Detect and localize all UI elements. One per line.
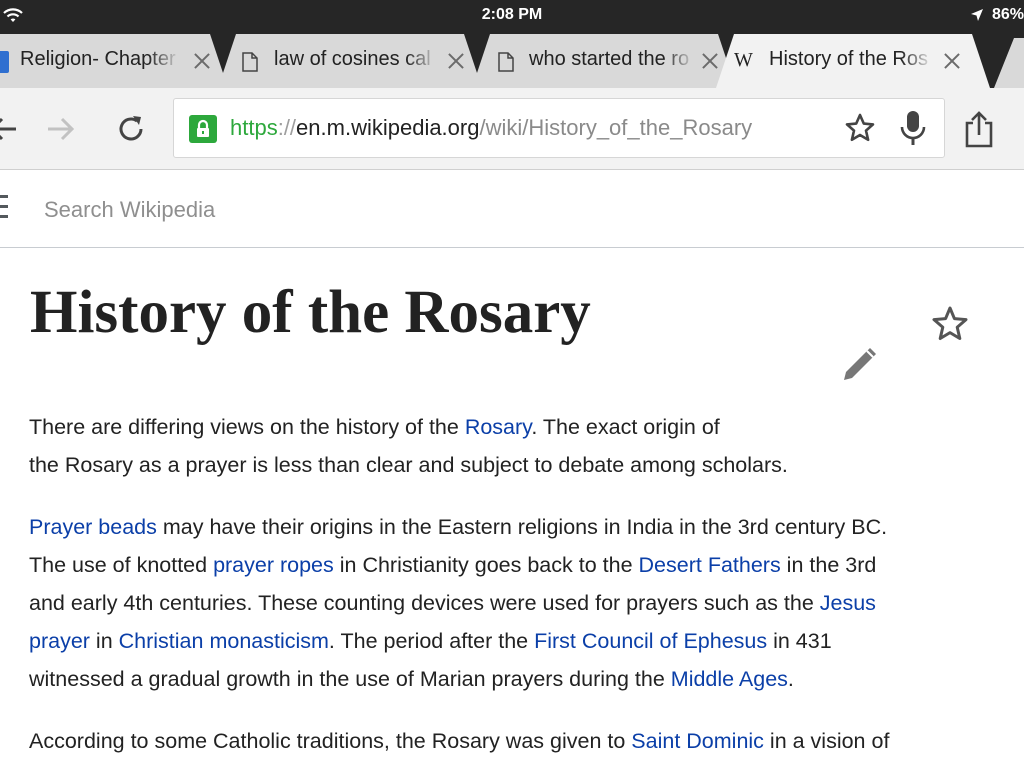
text: The use of knotted: [29, 553, 214, 577]
tab-title: Religion- Chapter: [20, 48, 180, 71]
text-line: According to some Catholic traditions, t…: [29, 722, 1009, 760]
close-tab-icon[interactable]: [192, 51, 212, 71]
tab-law-of-cosines[interactable]: law of cosines cal: [218, 34, 482, 88]
text-line: witnessed a gradual growth in the use of…: [29, 660, 1009, 698]
address-bar[interactable]: https://en.m.wikipedia.org/wiki/History_…: [173, 98, 945, 158]
wiki-header: Search Wikipedia: [0, 170, 1024, 248]
text: in 431: [767, 629, 832, 653]
link-desert-fathers[interactable]: Desert Fathers: [639, 553, 781, 577]
url-path: /wiki/History_of_the_Rosary: [479, 115, 753, 140]
watch-star-icon[interactable]: [931, 305, 969, 343]
blue-doc-icon: [0, 51, 9, 73]
text: in Christianity goes back to the: [333, 553, 639, 577]
link-christian-monasticism[interactable]: Christian monasticism: [119, 629, 329, 653]
text: According to some Catholic traditions, t…: [29, 729, 632, 753]
tab-title: History of the Ros: [769, 48, 933, 71]
url-text[interactable]: https://en.m.wikipedia.org/wiki/History_…: [230, 115, 752, 141]
hamburger-menu-icon[interactable]: [0, 195, 8, 219]
link-jesus-prayer[interactable]: Jesus: [820, 591, 876, 615]
tab-who-started[interactable]: who started the ro: [472, 34, 736, 88]
back-arrow-icon[interactable]: [0, 112, 20, 146]
status-bar: 2:08 PM 86%: [0, 0, 1024, 32]
text: may have their origins in the Eastern re…: [156, 515, 888, 539]
text: in: [89, 629, 119, 653]
battery-percent: 86%: [991, 6, 1024, 23]
text: . The period after the: [328, 629, 535, 653]
text: . The exact origin of: [531, 415, 720, 439]
browser-toolbar: https://en.m.wikipedia.org/wiki/History_…: [0, 88, 1024, 170]
text: witnessed a gradual growth in the use of…: [29, 667, 671, 691]
text: and early 4th centuries. These counting …: [29, 591, 820, 615]
tab-history-of-the-rosary[interactable]: W History of the Ros: [716, 34, 990, 88]
link-prayer-ropes[interactable]: prayer ropes: [213, 553, 334, 577]
tab-religion-chapter[interactable]: Religion- Chapter: [0, 34, 228, 88]
link-rosary[interactable]: Rosary: [465, 415, 532, 439]
page-icon: [498, 52, 514, 72]
status-time: 2:08 PM: [481, 6, 543, 23]
text-line: The use of knotted prayer ropes in Chris…: [29, 546, 1009, 584]
status-right: 86%: [970, 6, 1024, 24]
text-line: the Rosary as a prayer is less than clea…: [29, 453, 788, 477]
close-tab-icon[interactable]: [942, 51, 962, 71]
text-line: prayer in Christian monasticism. The per…: [29, 622, 1009, 660]
text-line: Prayer beads may have their origins in t…: [29, 508, 1009, 546]
link-middle-ages[interactable]: Middle Ages: [671, 667, 788, 691]
lock-icon: [189, 115, 217, 143]
text: There are differing views on the history…: [29, 415, 465, 439]
edit-pencil-icon[interactable]: [840, 344, 880, 384]
link-prayer-beads[interactable]: Prayer beads: [29, 515, 157, 539]
text-line: There are differing views on the history…: [29, 408, 989, 446]
wiki-search-input[interactable]: Search Wikipedia: [44, 197, 215, 223]
text: .: [787, 667, 794, 691]
link-saint-dominic[interactable]: Saint Dominic: [631, 729, 764, 753]
tab-strip: Religion- Chapter law of cosines cal who…: [0, 32, 1024, 88]
new-tab-button[interactable]: [994, 38, 1024, 88]
share-icon[interactable]: [962, 110, 996, 148]
close-tab-icon[interactable]: [446, 51, 466, 71]
tab-title: law of cosines cal: [274, 48, 438, 71]
url-separator: ://: [277, 115, 297, 140]
link-jesus-prayer-cont[interactable]: prayer: [29, 629, 90, 653]
paragraph-tradition: According to some Catholic traditions, t…: [29, 722, 1009, 760]
bookmark-star-icon[interactable]: [844, 112, 876, 144]
text-line: and early 4th centuries. These counting …: [29, 584, 1009, 622]
url-host: en.m.wikipedia.org: [296, 115, 480, 140]
text: in a vision of: [763, 729, 890, 753]
article-title: History of the Rosary: [30, 279, 591, 346]
reload-icon[interactable]: [114, 112, 148, 146]
paragraph-origins: Prayer beads may have their origins in t…: [29, 508, 1009, 698]
microphone-icon[interactable]: [898, 110, 928, 146]
text: in the 3rd: [780, 553, 877, 577]
url-scheme: https: [230, 115, 278, 140]
paragraph-intro: There are differing views on the history…: [29, 408, 989, 484]
location-arrow-icon: [970, 9, 983, 21]
page-icon: [242, 52, 258, 72]
tab-title: who started the ro: [529, 48, 695, 71]
forward-arrow-icon[interactable]: [44, 112, 78, 146]
wikipedia-w-icon: W: [734, 49, 753, 71]
link-first-council-of-ephesus[interactable]: First Council of Ephesus: [534, 629, 767, 653]
